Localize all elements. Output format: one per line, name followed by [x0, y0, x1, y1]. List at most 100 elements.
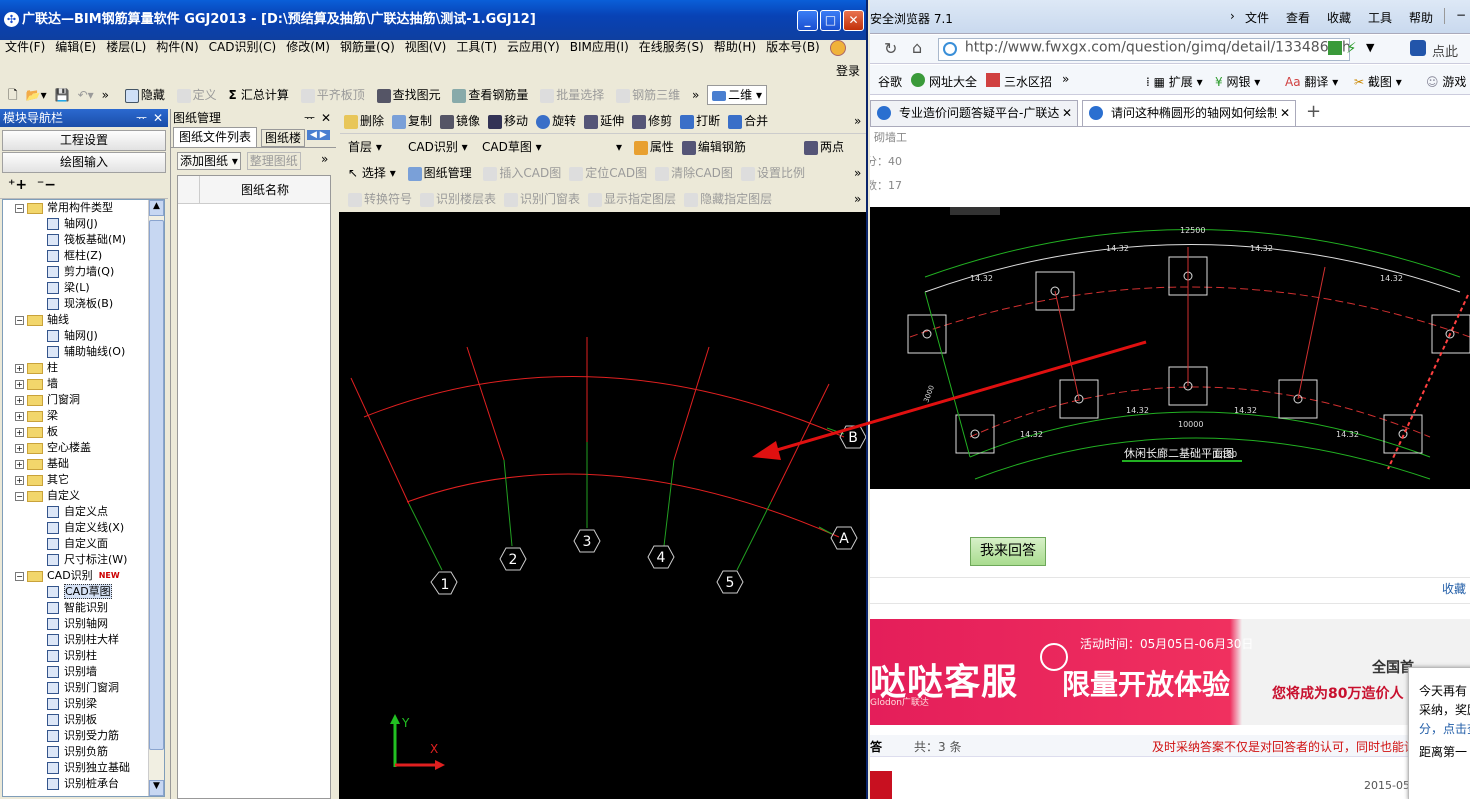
- edit-toolbar-more[interactable]: »: [850, 108, 865, 134]
- lightning-icon[interactable]: ⚡: [1346, 39, 1357, 57]
- browser-menu-view[interactable]: 查看: [1286, 9, 1310, 26]
- browser-menu-help[interactable]: 帮助: [1409, 9, 1433, 26]
- tree-item[interactable]: 剪力墙(Q): [3, 264, 164, 280]
- tree-folder[interactable]: − 自定义: [3, 488, 164, 504]
- screenshot-button[interactable]: ✂ 截图 ▾: [1354, 73, 1402, 90]
- menu-bim[interactable]: BIM应用(I): [565, 35, 634, 59]
- collapse-icon[interactable]: −: [15, 315, 24, 325]
- extensions-button[interactable]: ⁞ ▦ 扩展 ▾: [1146, 73, 1203, 90]
- tree-item[interactable]: 辅助轴线(O): [3, 344, 164, 360]
- cad-toolbar-more[interactable]: »: [850, 160, 865, 186]
- answer-avatar[interactable]: [870, 771, 892, 799]
- extend-button[interactable]: 延伸: [580, 108, 628, 134]
- tree-folder[interactable]: + 墙: [3, 376, 164, 392]
- drawing-more[interactable]: »: [321, 152, 328, 166]
- rebar-3d-button[interactable]: 钢筋三维: [612, 82, 684, 108]
- insert-cad-button[interactable]: 插入CAD图: [479, 160, 565, 186]
- select-tool[interactable]: ↖ 选择 ▾: [344, 160, 400, 186]
- tab-floor[interactable]: 图纸楼: [261, 129, 305, 147]
- tree-item[interactable]: 自定义面: [3, 536, 164, 552]
- menu-edit[interactable]: 编辑(E): [50, 35, 101, 59]
- flat-slab-button[interactable]: 平齐板顶: [297, 82, 369, 108]
- tree-item[interactable]: 轴网(J): [3, 216, 164, 232]
- tree-item[interactable]: 识别桩承台: [3, 776, 164, 792]
- expand-icon[interactable]: +: [15, 459, 24, 469]
- sum-calc-button[interactable]: Σ 汇总计算: [225, 82, 293, 108]
- cad-toolbar-2-more[interactable]: »: [850, 186, 865, 212]
- panel-close-icon[interactable]: ✕: [321, 109, 331, 127]
- tree-folder[interactable]: − CAD识别 NEW: [3, 568, 164, 584]
- set-scale-button[interactable]: 设置比例: [737, 160, 809, 186]
- reward-popup[interactable]: 今天再有 采纳，奖励 分，点击查 距离第一: [1408, 667, 1470, 799]
- expand-icon[interactable]: +: [15, 379, 24, 389]
- add-drawing-button[interactable]: 添加图纸 ▾: [177, 152, 241, 170]
- save-icon[interactable]: 💾: [51, 82, 74, 108]
- new-file-icon[interactable]: 🗋: [4, 82, 22, 108]
- expand-icon[interactable]: +: [15, 363, 24, 373]
- tree-folder[interactable]: − 轴线: [3, 312, 164, 328]
- move-button[interactable]: 移动: [484, 108, 532, 134]
- project-settings-button[interactable]: 工程设置: [2, 130, 166, 151]
- tab-1-close-icon[interactable]: ✕: [1059, 101, 1076, 126]
- tree-item[interactable]: 识别独立基础: [3, 760, 164, 776]
- delete-button[interactable]: 删除: [340, 108, 388, 134]
- organize-drawing-button[interactable]: 整理图纸: [246, 152, 301, 170]
- floor-table-button[interactable]: 识别楼层表: [416, 186, 500, 212]
- browser-menu-file[interactable]: 文件: [1245, 9, 1269, 26]
- rotate-button[interactable]: 旋转: [532, 108, 580, 134]
- browser-menu-arrow[interactable]: ›: [1230, 9, 1235, 23]
- browser-tab-1[interactable]: 专业造价问题答疑平台-广联达 ✕: [870, 100, 1078, 126]
- tree-folder[interactable]: + 其它: [3, 472, 164, 488]
- translate-button[interactable]: Aa 翻译 ▾: [1285, 73, 1338, 90]
- promo-banner[interactable]: 活动时间：05月05日-06月30日 哒哒客服 限量开放体验 Glodon广联达…: [870, 619, 1470, 725]
- expand-icon[interactable]: +: [15, 395, 24, 405]
- new-tab-button[interactable]: +: [1306, 101, 1321, 122]
- tab-file-list[interactable]: 图纸文件列表: [173, 127, 258, 147]
- address-dropdown-icon[interactable]: ▼: [1366, 41, 1374, 54]
- cad-mode-select[interactable]: CAD识别 ▾: [404, 134, 478, 160]
- maximize-button[interactable]: □: [820, 10, 841, 31]
- props-button[interactable]: 属性: [630, 134, 678, 160]
- drawing-input-button[interactable]: 绘图输入: [2, 152, 166, 173]
- tree-item[interactable]: 识别板: [3, 712, 164, 728]
- tree-folder[interactable]: − 常用构件类型: [3, 200, 164, 216]
- view-mode-dropdown[interactable]: 二维 ▾: [707, 85, 767, 105]
- find-element-button[interactable]: 查找图元: [373, 82, 445, 108]
- undo-icon[interactable]: ↶▾: [74, 82, 98, 108]
- hide-button[interactable]: 隐藏: [121, 82, 169, 108]
- tree-item[interactable]: 识别梁: [3, 696, 164, 712]
- tree-item[interactable]: 识别墙: [3, 664, 164, 680]
- expand-all-icon[interactable]: ⁺+: [8, 177, 27, 193]
- collect-link[interactable]: 收藏: [1442, 580, 1466, 597]
- games-button[interactable]: ☺ 游戏: [1426, 73, 1466, 90]
- bookmark-google[interactable]: 谷歌: [878, 73, 902, 90]
- bookmark-directory[interactable]: 网址大全: [929, 73, 977, 90]
- expand-icon[interactable]: +: [15, 475, 24, 485]
- collapse-icon[interactable]: −: [15, 491, 24, 501]
- clear-cad-button[interactable]: 清除CAD图: [651, 160, 737, 186]
- two-point-button[interactable]: 两点: [800, 134, 848, 160]
- cad-sketch-select[interactable]: CAD草图 ▾: [478, 134, 552, 160]
- login-link[interactable]: 登录: [836, 62, 860, 79]
- minimize-button[interactable]: _: [797, 10, 818, 31]
- tree-scrollbar[interactable]: ▲ ▼: [148, 200, 164, 796]
- menu-modify[interactable]: 修改(M): [281, 35, 335, 59]
- tree-folder[interactable]: + 板: [3, 424, 164, 440]
- tree-item[interactable]: 识别受力筋: [3, 728, 164, 744]
- menu-component[interactable]: 构件(N): [151, 35, 203, 59]
- trim-button[interactable]: 修剪: [628, 108, 676, 134]
- search-hint[interactable]: 点此: [1432, 41, 1458, 60]
- bookmark-sanshui[interactable]: 三水区招: [1004, 73, 1052, 90]
- tree-item[interactable]: 智能识别: [3, 600, 164, 616]
- menu-file[interactable]: 文件(F): [0, 35, 50, 59]
- tree-item[interactable]: 自定义点: [3, 504, 164, 520]
- menu-online[interactable]: 在线服务(S): [634, 35, 709, 59]
- tree-item[interactable]: 识别柱: [3, 648, 164, 664]
- tab-scroll-arrows[interactable]: ◀ ▶: [307, 130, 330, 140]
- tree-item[interactable]: 识别负筋: [3, 744, 164, 760]
- break-button[interactable]: 打断: [676, 108, 724, 134]
- tree-folder[interactable]: + 梁: [3, 408, 164, 424]
- cad-drawing-mgmt-button[interactable]: 图纸管理: [404, 160, 476, 186]
- close-button[interactable]: ✕: [843, 10, 864, 31]
- menu-rebar-qty[interactable]: 钢筋量(Q): [335, 35, 400, 59]
